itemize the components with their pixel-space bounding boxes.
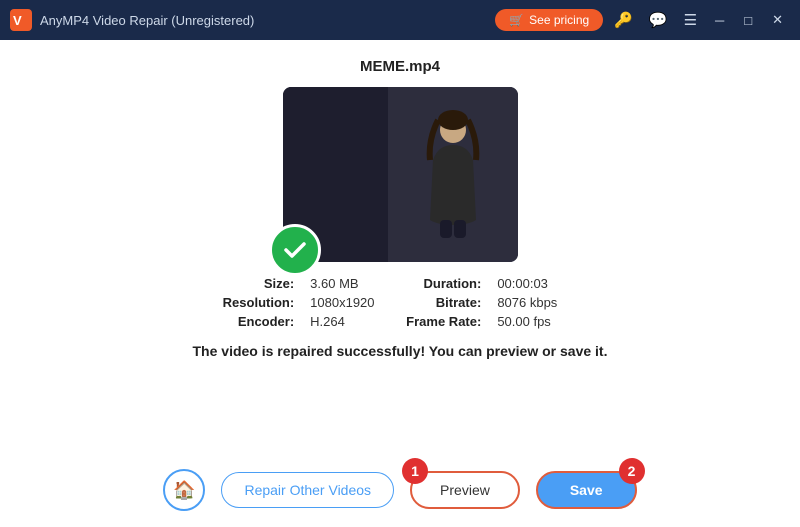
minimize-button[interactable]: ─ xyxy=(708,10,731,31)
home-button[interactable]: 🏠 xyxy=(163,469,205,511)
framerate-label: Frame Rate: xyxy=(406,314,481,329)
duration-label: Duration: xyxy=(406,276,481,291)
svg-text:V: V xyxy=(13,13,22,28)
app-title: AnyMP4 Video Repair (Unregistered) xyxy=(40,13,495,28)
title-bar-actions: 🛒 See pricing 🔑 💬 ☰ ─ □ ✕ xyxy=(495,8,790,32)
main-content: MEME.mp4 xyxy=(0,40,800,527)
pricing-button[interactable]: 🛒 See pricing xyxy=(495,9,603,31)
encoder-label: Encoder: xyxy=(223,314,295,329)
resolution-label: Resolution: xyxy=(223,295,295,310)
success-message: The video is repaired successfully! You … xyxy=(193,343,608,359)
home-icon: 🏠 xyxy=(173,480,195,501)
encoder-value: H.264 xyxy=(310,314,390,329)
video-bg-right xyxy=(388,87,517,262)
video-thumb-inner xyxy=(283,87,518,262)
video-preview-wrap xyxy=(283,87,518,262)
app-logo: V xyxy=(10,9,32,31)
menu-button[interactable]: ☰ xyxy=(679,8,702,32)
video-filename: MEME.mp4 xyxy=(360,58,440,75)
title-bar: V AnyMP4 Video Repair (Unregistered) 🛒 S… xyxy=(0,0,800,40)
resolution-value: 1080x1920 xyxy=(310,295,390,310)
key-button[interactable]: 🔑 xyxy=(609,8,638,32)
badge-1: 1 xyxy=(402,458,428,484)
check-icon xyxy=(282,237,308,263)
badge-2: 2 xyxy=(619,458,645,484)
cart-icon: 🛒 xyxy=(509,13,524,27)
preview-wrap: 1 Preview xyxy=(410,471,520,509)
save-wrap: 2 Save xyxy=(536,471,637,509)
pricing-label: See pricing xyxy=(529,13,589,27)
bitrate-value: 8076 kbps xyxy=(497,295,577,310)
person-silhouette xyxy=(418,110,488,240)
size-label: Size: xyxy=(223,276,295,291)
framerate-value: 50.00 fps xyxy=(497,314,577,329)
close-button[interactable]: ✕ xyxy=(765,9,790,31)
size-value: 3.60 MB xyxy=(310,276,390,291)
maximize-button[interactable]: □ xyxy=(737,10,759,31)
bitrate-label: Bitrate: xyxy=(406,295,481,310)
video-thumbnail xyxy=(283,87,518,262)
check-overlay xyxy=(269,224,321,276)
info-table: Size: 3.60 MB Duration: 00:00:03 Resolut… xyxy=(223,276,578,329)
chat-button[interactable]: 💬 xyxy=(644,8,673,32)
bottom-bar: 🏠 Repair Other Videos 1 Preview 2 Save xyxy=(163,469,636,511)
repair-other-button[interactable]: Repair Other Videos xyxy=(221,472,394,508)
duration-value: 00:00:03 xyxy=(497,276,577,291)
